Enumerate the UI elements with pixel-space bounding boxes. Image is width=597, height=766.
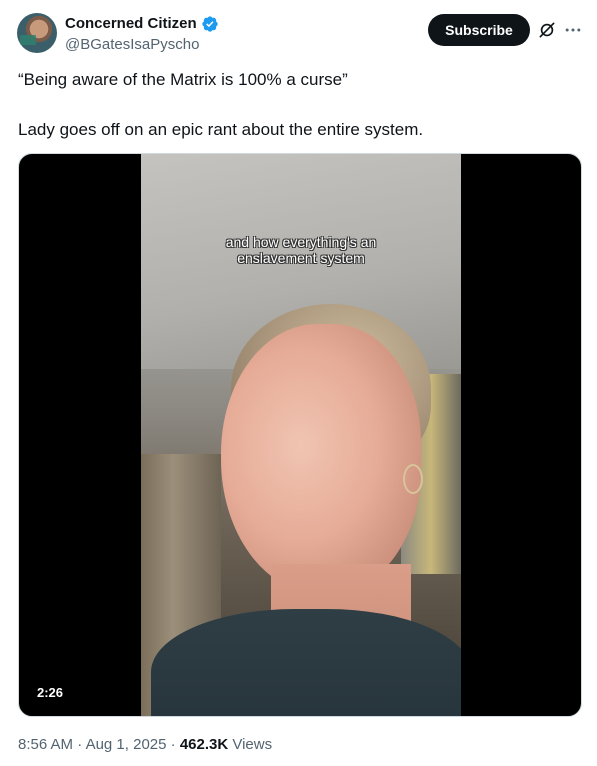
more-icon[interactable] [563, 20, 583, 40]
video-subject-shirt [151, 609, 461, 716]
avatar[interactable] [17, 13, 57, 53]
meta-separator: · [166, 736, 180, 753]
views-label: Views [228, 736, 273, 753]
video-player[interactable]: and how everything's an enslavement syst… [18, 153, 582, 717]
author-display-name[interactable]: Concerned Citizen [65, 15, 197, 33]
subscribe-button[interactable]: Subscribe [428, 14, 530, 46]
views-count: 462.3K [179, 736, 229, 753]
tweet-time[interactable]: 8:56 AM [18, 736, 73, 753]
tweet-text-quote: “Being aware of the Matrix is 100% a cur… [18, 70, 348, 89]
grok-icon[interactable] [537, 20, 557, 40]
video-subject-earring [403, 464, 423, 494]
video-duration-badge: 2:26 [31, 682, 70, 704]
verified-badge-icon [202, 16, 218, 32]
video-caption-line: and how everything's an [225, 234, 377, 250]
video-caption-line: enslavement system [237, 250, 365, 266]
video-subject-face [221, 324, 421, 594]
avatar-badge-graphic [20, 35, 36, 45]
tweet-meta: 8:56 AM · Aug 1, 2025 · 462.3K Views [18, 735, 272, 755]
video-caption: and how everything's an enslavement syst… [141, 234, 461, 266]
author-handle[interactable]: @BGatesIsaPyscho [65, 36, 199, 54]
tweet-date[interactable]: Aug 1, 2025 [86, 736, 167, 753]
tweet-text-description: Lady goes off on an epic rant about the … [18, 120, 424, 139]
video-frame[interactable]: and how everything's an enslavement syst… [141, 154, 461, 716]
meta-separator: · [73, 736, 86, 753]
